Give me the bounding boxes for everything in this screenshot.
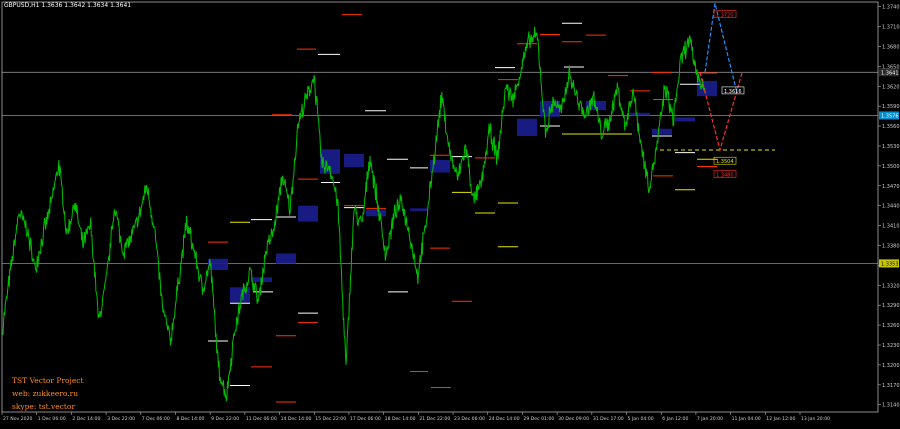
- x-tick-label: 29 Dec 01:00: [523, 416, 554, 422]
- plot-frame: [1, 1, 879, 413]
- supply-demand-zones: [208, 80, 717, 303]
- price-series-group: [2, 26, 706, 402]
- y-tick-label: 1.3200: [882, 363, 900, 369]
- x-tick-label: 27 Nov 2020: [3, 416, 32, 422]
- x-tick-label: 17 Dec 06:00: [350, 416, 381, 422]
- x-tick-label: 11 Jan 04:00: [732, 416, 761, 422]
- x-tick-label: 24 Dec 14:00: [489, 416, 520, 422]
- projection-tag-label: 1.3616: [724, 89, 742, 95]
- brand-title: TST Vector Project: [12, 376, 84, 385]
- zone-box: [675, 117, 695, 122]
- brand-web: web: zukkeero.ru: [12, 389, 79, 398]
- zone-box: [630, 112, 650, 116]
- x-tick-label: 12 Jan 12:00: [766, 416, 795, 422]
- y-tick-label: 1.3260: [882, 323, 900, 329]
- y-tick-label: 1.3290: [882, 303, 900, 309]
- y-tick-label: 1.3380: [882, 243, 900, 249]
- axes: 1.37401.37101.36801.36501.36201.35901.35…: [1, 1, 900, 422]
- x-tick-label: 9 Dec 22:00: [211, 416, 239, 422]
- y-tick-label: 1.3440: [882, 204, 900, 210]
- x-tick-label: 11 Dec 06:00: [246, 416, 277, 422]
- zone-box: [652, 128, 672, 135]
- x-tick-label: 15 Dec 22:00: [315, 416, 346, 422]
- zone-box: [366, 209, 386, 217]
- x-tick-label: 2 Dec 14:00: [72, 416, 100, 422]
- x-tick-label: 14 Dec 14:00: [281, 416, 312, 422]
- symbol-timeframe: GBPUSD,H1: [4, 2, 40, 9]
- y-tick-label: 1.3530: [882, 144, 900, 150]
- x-tick-label: 8 Dec 14:00: [176, 416, 204, 422]
- x-tick-label: 1 Dec 06:00: [38, 416, 66, 422]
- zone-box: [517, 118, 537, 137]
- symbol-header: GBPUSD,H1 1.3636 1.3642 1.3634 1.3641: [4, 2, 131, 9]
- price-chart[interactable]: 1.3720 1.3616 1.3504 1.3480 1.3740 1.3710 1.3…: [0, 0, 900, 425]
- y-tick-label: 1.3410: [882, 224, 900, 230]
- zone-box: [276, 253, 296, 264]
- x-tick-label: 21 Dec 22:00: [419, 416, 450, 422]
- y-tick-label: 1.3320: [882, 283, 900, 289]
- y-tick-label: 1.3740: [882, 5, 900, 11]
- y-tick-label: 1.3470: [882, 184, 900, 190]
- x-tick-label: 7 Jan 20:00: [697, 416, 723, 422]
- zone-box: [410, 208, 428, 211]
- projection-tag-label: 1.3480: [716, 172, 734, 178]
- x-tick-label: 30 Dec 09:00: [558, 416, 589, 422]
- projection-tag-label: 1.3504: [716, 159, 734, 165]
- x-tick-label: 13 Jan 20:00: [801, 416, 830, 422]
- projection-tag-label: 1.3720: [716, 13, 734, 19]
- y-tick-label: 1.3560: [882, 124, 900, 130]
- y-tick-label: 1.3500: [882, 164, 900, 170]
- chart-window[interactable]: 1.3720 1.3616 1.3504 1.3480 1.3740 1.3710 1.3…: [0, 0, 900, 425]
- x-tick-label: 5 Jan 04:00: [628, 416, 654, 422]
- y-tick-label: 1.3590: [882, 104, 900, 110]
- x-tick-label: 7 Dec 06:00: [142, 416, 170, 422]
- price-label: 1.3641: [881, 70, 899, 76]
- x-tick-label: 3 Dec 22:00: [107, 416, 135, 422]
- brand-skype: skype: tst.vector: [12, 402, 76, 411]
- zone-box: [230, 287, 250, 303]
- y-tick-label: 1.3680: [882, 44, 900, 50]
- x-tick-label: 31 Dec 17:00: [593, 416, 624, 422]
- x-tick-label: 23 Dec 06:00: [454, 416, 485, 422]
- y-tick-label: 1.3170: [882, 383, 900, 389]
- x-tick-label: 18 Dec 14:00: [385, 416, 416, 422]
- price-series-line: [2, 26, 706, 402]
- ohlc-values: 1.3636 1.3642 1.3634 1.3641: [41, 2, 132, 9]
- y-tick-label: 1.3620: [882, 84, 900, 90]
- x-tick-label: 6 Jan 12:00: [662, 416, 688, 422]
- y-tick-label: 1.3230: [882, 343, 900, 349]
- zone-box: [298, 205, 318, 222]
- zone-box: [344, 153, 364, 168]
- price-label: 1.3353: [881, 261, 899, 267]
- y-tick-label: 1.3140: [882, 403, 900, 409]
- y-tick-label: 1.3710: [882, 25, 900, 31]
- price-label: 1.3576: [881, 113, 899, 119]
